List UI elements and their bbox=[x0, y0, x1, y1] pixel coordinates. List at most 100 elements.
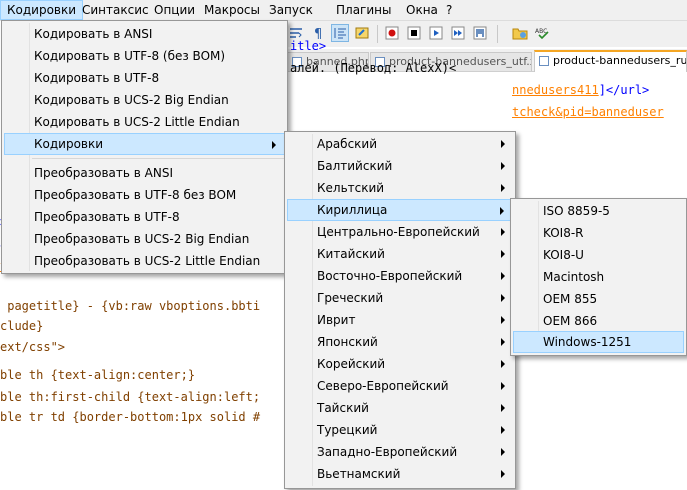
code-line: алей. (Перевод: AlexX)< bbox=[290, 57, 456, 79]
menu-item-label: Преобразовать в ANSI bbox=[34, 166, 173, 180]
menu-item-северо-европейский[interactable]: Северо-Европейский bbox=[287, 375, 513, 397]
menu-item-label: KOI8-R bbox=[543, 226, 584, 240]
menu-item-koi8-r[interactable]: KOI8-R bbox=[513, 222, 684, 244]
menu-item-балтийский[interactable]: Балтийский bbox=[287, 155, 513, 177]
menu-item-label: Преобразовать в UCS-2 Big Endian bbox=[34, 232, 250, 246]
code-line: ext/css"> bbox=[0, 336, 65, 358]
menu-item-label: Балтийский bbox=[317, 159, 393, 173]
menu-item-label: Иврит bbox=[317, 313, 356, 327]
menu-item-кириллица[interactable]: Кириллица bbox=[287, 199, 513, 221]
chevron-right-icon bbox=[501, 184, 505, 192]
menu-item-label: Тайский bbox=[317, 401, 369, 415]
chevron-right-icon bbox=[501, 272, 505, 280]
menu-item-восточно-европейский[interactable]: Восточно-Европейский bbox=[287, 265, 513, 287]
menu-item-кодировать-в-utf-8-без-bom[interactable]: Кодировать в UTF-8 (без BOM) bbox=[4, 45, 285, 67]
menubar-item-4[interactable]: Запуск bbox=[263, 0, 319, 20]
code-token: ext/css"> bbox=[0, 340, 66, 354]
menu-item-кодировки[interactable]: Кодировки bbox=[4, 133, 285, 155]
menu-item-label: Кириллица bbox=[317, 203, 388, 217]
code-token: ]</url> bbox=[598, 83, 650, 97]
menu-item-арабский[interactable]: Арабский bbox=[287, 133, 513, 155]
menu-item-китайский[interactable]: Китайский bbox=[287, 243, 513, 265]
menu-item-западно-европейский[interactable]: Западно-Европейский bbox=[287, 441, 513, 463]
menu-item-oem-866[interactable]: OEM 866 bbox=[513, 310, 684, 332]
chevron-right-icon bbox=[501, 470, 505, 478]
menu-item-label: Windows-1251 bbox=[543, 335, 632, 349]
menu-item-корейский[interactable]: Корейский bbox=[287, 353, 513, 375]
chevron-right-icon bbox=[272, 141, 276, 149]
menubar-item-7[interactable]: ? bbox=[440, 0, 458, 20]
code-token: clude} bbox=[0, 319, 44, 333]
menu-item-label: Преобразовать в UCS-2 Little Endian bbox=[34, 254, 261, 268]
menu-item-label: Греческий bbox=[317, 291, 384, 305]
menu-item-label: OEM 866 bbox=[543, 314, 598, 328]
spell-check-icon[interactable]: ABC bbox=[533, 24, 555, 42]
menu-item-label: Западно-Европейский bbox=[317, 445, 458, 459]
chevron-right-icon bbox=[501, 162, 505, 170]
menu-item-кодировать-в-utf-8[interactable]: Кодировать в UTF-8 bbox=[4, 67, 285, 89]
menu-item-label: Корейский bbox=[317, 357, 386, 371]
menu-item-преобразовать-в-utf-8-без-bom[interactable]: Преобразовать в UTF-8 без BOM bbox=[4, 184, 285, 206]
chevron-right-icon bbox=[501, 448, 505, 456]
menubar-item-5[interactable]: Плагины bbox=[330, 0, 397, 20]
menu-item-label: Турецкий bbox=[317, 423, 378, 437]
menu-item-windows-1251[interactable]: Windows-1251 bbox=[513, 331, 684, 353]
code-line: ble tr td {border-bottom:1px solid # bbox=[0, 406, 260, 428]
menu-separator bbox=[32, 158, 284, 159]
code-line: ble th {text-align:center;} bbox=[0, 364, 195, 386]
menu-item-кельтский[interactable]: Кельтский bbox=[287, 177, 513, 199]
run-macro-multiple-icon[interactable] bbox=[449, 24, 467, 42]
menu-item-macintosh[interactable]: Macintosh bbox=[513, 266, 684, 288]
code-token: ble th {text-align:center;} bbox=[0, 368, 196, 382]
menu-item-koi8-u[interactable]: KOI8-U bbox=[513, 244, 684, 266]
menu-item-label: Арабский bbox=[317, 137, 378, 151]
menu-item-label: Преобразовать в UTF-8 bbox=[34, 210, 180, 224]
menu-item-label: ISO 8859-5 bbox=[543, 204, 610, 218]
open-folder-icon[interactable] bbox=[511, 24, 529, 42]
code-token: itle> bbox=[290, 39, 327, 53]
menubar-item-0[interactable]: Кодировки bbox=[0, 0, 84, 20]
menubar-item-3[interactable]: Макросы bbox=[198, 0, 266, 20]
menu-item-кодировать-в-ansi[interactable]: Кодировать в ANSI bbox=[4, 23, 285, 45]
code-token: ble tr td {border-bottom:1px solid # bbox=[0, 410, 261, 424]
file-icon bbox=[539, 56, 549, 66]
menu-item-тайский[interactable]: Тайский bbox=[287, 397, 513, 419]
stop-record-icon[interactable] bbox=[405, 24, 423, 42]
play-macro-icon[interactable] bbox=[427, 24, 445, 42]
code-token: ble th:first-child {text-align:left; bbox=[0, 390, 261, 404]
toolbar: ¶ ABC bbox=[285, 21, 687, 47]
menu-item-кодировать-в-ucs-2-big-endian[interactable]: Кодировать в UCS-2 Big Endian bbox=[4, 89, 285, 111]
menu-item-label: Кельтский bbox=[317, 181, 385, 195]
chevron-right-icon bbox=[501, 316, 505, 324]
menu-item-преобразовать-в-ucs-2-little-endian[interactable]: Преобразовать в UCS-2 Little Endian bbox=[4, 250, 285, 272]
menu-item-oem-855[interactable]: OEM 855 bbox=[513, 288, 684, 310]
chevron-right-icon bbox=[501, 382, 505, 390]
menu-item-преобразовать-в-utf-8[interactable]: Преобразовать в UTF-8 bbox=[4, 206, 285, 228]
menu-item-греческий[interactable]: Греческий bbox=[287, 287, 513, 309]
chevron-right-icon bbox=[500, 207, 504, 215]
menu-item-японский[interactable]: Японский bbox=[287, 331, 513, 353]
menu-item-турецкий[interactable]: Турецкий bbox=[287, 419, 513, 441]
menu-item-преобразовать-в-ansi[interactable]: Преобразовать в ANSI bbox=[4, 162, 285, 184]
doc-map-icon[interactable] bbox=[353, 24, 371, 42]
menubar-item-6[interactable]: Окна bbox=[400, 0, 444, 20]
menu-item-иврит[interactable]: Иврит bbox=[287, 309, 513, 331]
menu-item-label: Преобразовать в UTF-8 без BOM bbox=[34, 188, 237, 202]
menubar-item-1[interactable]: Синтаксис bbox=[76, 0, 155, 20]
menu-item-iso-8859-5[interactable]: ISO 8859-5 bbox=[513, 200, 684, 222]
menu-item-центрально-европейский[interactable]: Центрально-Европейский bbox=[287, 221, 513, 243]
menu-item-вьетнамский[interactable]: Вьетнамский bbox=[287, 463, 513, 485]
save-macro-icon[interactable] bbox=[471, 24, 489, 42]
tab-product-bannedusers-ru[interactable]: product-bannedusers_ru.xml bbox=[534, 50, 687, 72]
chevron-right-icon bbox=[501, 404, 505, 412]
record-macro-icon[interactable] bbox=[383, 24, 401, 42]
indent-guide-icon[interactable] bbox=[331, 24, 349, 42]
chevron-right-icon bbox=[501, 228, 505, 236]
chevron-right-icon bbox=[501, 294, 505, 302]
code-line: tcheck&pid=banneduser bbox=[512, 101, 664, 123]
menu-item-преобразовать-в-ucs-2-big-endian[interactable]: Преобразовать в UCS-2 Big Endian bbox=[4, 228, 285, 250]
menu-item-label: Восточно-Европейский bbox=[317, 269, 463, 283]
menu-item-кодировать-в-ucs-2-little-endian[interactable]: Кодировать в UCS-2 Little Endian bbox=[4, 111, 285, 133]
menubar-item-2[interactable]: Опции bbox=[148, 0, 201, 20]
menu-item-label: Кодировать в UCS-2 Big Endian bbox=[34, 93, 229, 107]
